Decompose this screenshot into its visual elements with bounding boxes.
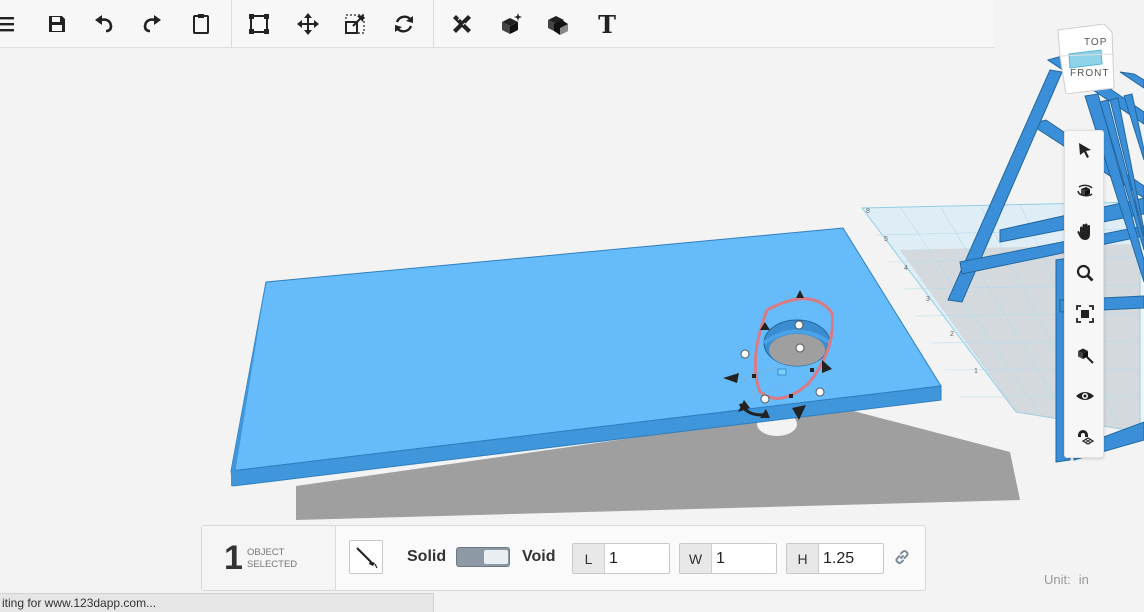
main-toolbar: T xyxy=(0,0,994,48)
unit-indicator[interactable]: Unit: in xyxy=(1044,572,1089,587)
rotate-button[interactable] xyxy=(386,6,422,42)
view-cube-front-face[interactable]: FRONT xyxy=(1070,68,1109,79)
view-cube-top-face[interactable]: TOP xyxy=(1084,37,1107,48)
grid-label: 2 xyxy=(950,331,954,338)
solid-void-toggle[interactable] xyxy=(456,547,510,567)
width-input[interactable] xyxy=(712,544,776,573)
paintbrush-icon xyxy=(356,547,378,569)
move-button[interactable] xyxy=(290,6,326,42)
save-button[interactable] xyxy=(39,6,75,42)
grid-label: 8 xyxy=(866,208,870,215)
zoom-selected-icon xyxy=(1078,348,1094,364)
save-icon xyxy=(49,16,65,32)
zoom-selected-button[interactable] xyxy=(1071,341,1099,369)
toolbar-divider xyxy=(433,0,434,48)
undo-button[interactable] xyxy=(86,6,122,42)
combine-button[interactable] xyxy=(540,6,576,42)
sparkle-box-icon xyxy=(502,13,522,34)
grid-label: 1 xyxy=(974,368,978,375)
menu-button[interactable] xyxy=(0,6,26,42)
visibility-button[interactable] xyxy=(1071,382,1099,410)
undo-icon xyxy=(95,15,113,33)
cube-icon xyxy=(1057,24,1115,94)
paste-button[interactable] xyxy=(183,6,219,42)
grid-label: 5 xyxy=(884,236,888,243)
primitives-button[interactable] xyxy=(493,6,529,42)
measure-icon xyxy=(453,15,471,33)
unit-value: in xyxy=(1078,572,1089,587)
solid-label: Solid xyxy=(407,548,447,565)
toggle-knob[interactable] xyxy=(484,550,508,564)
orbit-button[interactable] xyxy=(1071,177,1099,205)
width-field-group: W xyxy=(679,543,777,574)
length-field-group: L xyxy=(572,543,670,574)
view-navigation-bar xyxy=(1064,130,1104,458)
grid-label: 3 xyxy=(926,296,930,303)
text-icon: T xyxy=(598,9,616,39)
hand-icon xyxy=(1077,223,1090,240)
magnifier-icon xyxy=(1076,264,1094,282)
width-label: W xyxy=(680,544,712,573)
design-workspace[interactable]: 8 5 4 3 2 1 T TOP FRONT 1 OBJECT SELECTE… xyxy=(0,0,1144,612)
hamburger-icon xyxy=(0,17,14,32)
selected-count: 1 xyxy=(224,539,243,577)
selection-counter: 1 OBJECT SELECTED xyxy=(202,526,336,590)
browser-status-bar: iting for www.123dapp.com... xyxy=(0,593,434,612)
measure-button[interactable] xyxy=(444,6,480,42)
rotate-icon xyxy=(395,15,413,33)
cursor-icon xyxy=(1079,143,1091,158)
clipboard-icon xyxy=(193,14,209,34)
selected-count-label: OBJECT SELECTED xyxy=(247,547,298,570)
length-label: L xyxy=(573,544,605,573)
link-icon[interactable] xyxy=(892,547,912,567)
snap-grid-button[interactable] xyxy=(1071,423,1099,451)
cubes-icon xyxy=(548,16,568,35)
magnet-grid-icon xyxy=(1078,430,1095,445)
viewport-3d[interactable]: 8 5 4 3 2 1 xyxy=(0,0,1144,612)
scale-icon xyxy=(345,14,365,34)
select-mode-button[interactable] xyxy=(1071,136,1099,164)
zoom-button[interactable] xyxy=(1071,259,1099,287)
grid-label: 4 xyxy=(904,265,908,272)
scale-button[interactable] xyxy=(337,6,373,42)
height-label: H xyxy=(787,544,819,573)
height-field-group: H xyxy=(786,543,884,574)
redo-icon xyxy=(143,15,161,33)
view-cube[interactable]: TOP FRONT xyxy=(1056,24,1116,94)
material-picker-button[interactable] xyxy=(349,540,383,574)
select-box-button[interactable] xyxy=(241,6,277,42)
void-label: Void xyxy=(522,548,556,565)
redo-button[interactable] xyxy=(134,6,170,42)
eye-icon xyxy=(1076,392,1094,400)
fit-view-button[interactable] xyxy=(1071,300,1099,328)
pan-button[interactable] xyxy=(1071,218,1099,246)
move-icon xyxy=(297,13,319,35)
orbit-icon xyxy=(1077,184,1093,197)
shape-inspector-panel: 1 OBJECT SELECTED Solid Void L W H xyxy=(201,525,926,591)
toolbar-divider xyxy=(231,0,232,48)
height-input[interactable] xyxy=(819,544,883,573)
unit-label: Unit: xyxy=(1044,572,1071,587)
length-input[interactable] xyxy=(605,544,669,573)
fit-view-icon xyxy=(1076,305,1094,323)
bounding-box-icon xyxy=(249,14,269,34)
text-tool-button[interactable]: T xyxy=(589,6,625,42)
